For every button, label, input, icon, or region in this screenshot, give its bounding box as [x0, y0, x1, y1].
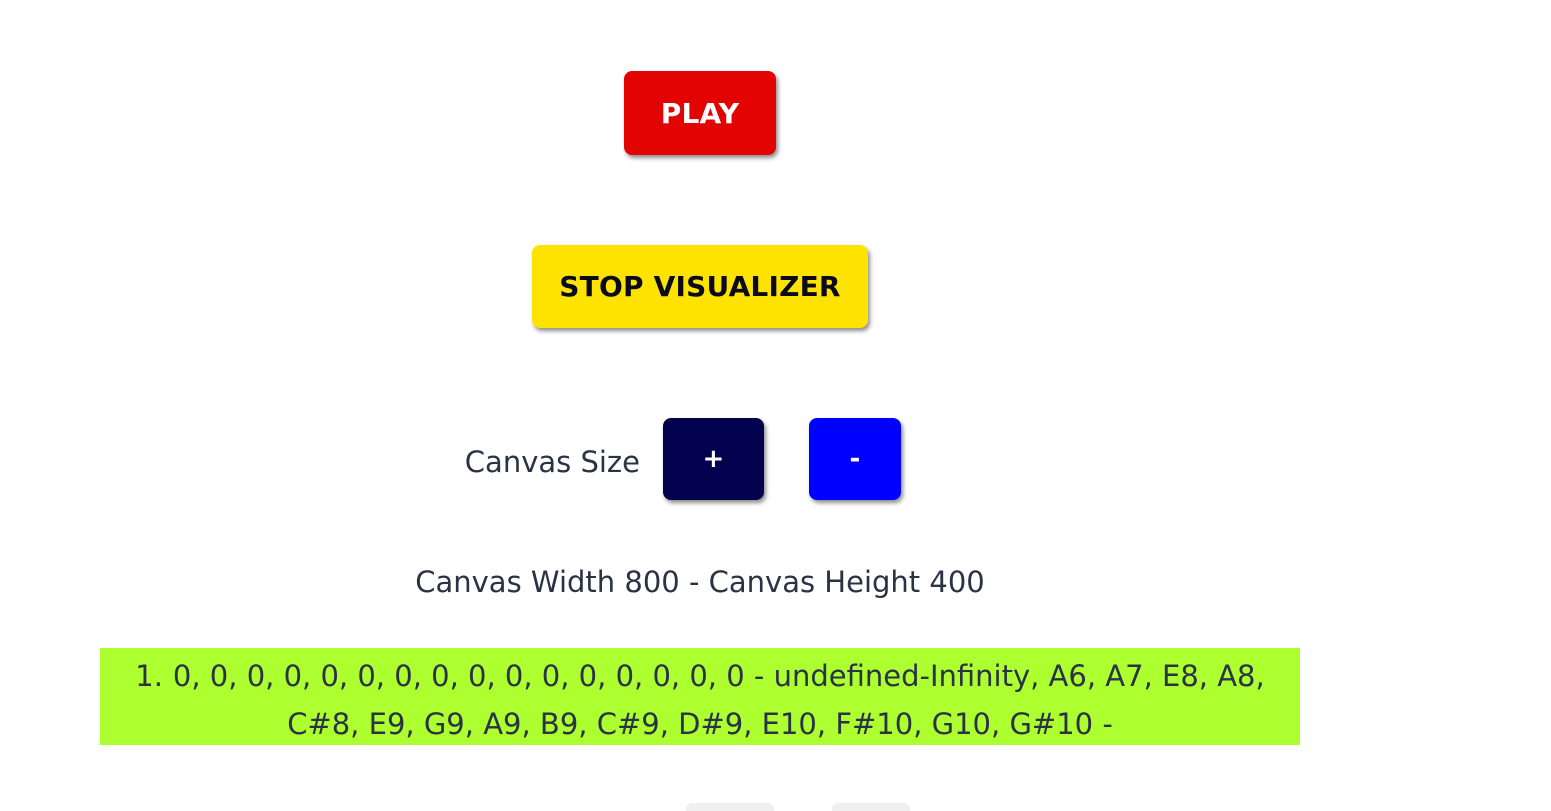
- result-item: 1. 0, 0, 0, 0, 0, 0, 0, 0, 0, 0, 0, 0, 0,…: [100, 652, 1300, 748]
- result-text: 0, 0, 0, 0, 0, 0, 0, 0, 0, 0, 0, 0, 0, 0…: [172, 659, 1265, 741]
- stop-visualizer-button[interactable]: STOP VISUALIZER: [532, 245, 868, 328]
- result-index: 1.: [135, 659, 163, 693]
- partially-visible-button[interactable]: [832, 803, 910, 811]
- play-button[interactable]: PLAY: [624, 71, 776, 155]
- partially-visible-button[interactable]: [686, 803, 774, 811]
- canvas-dimensions-text: Canvas Width 800 - Canvas Height 400: [415, 565, 985, 599]
- increase-canvas-size-button[interactable]: +: [663, 418, 764, 500]
- frequency-results-panel: 1. 0, 0, 0, 0, 0, 0, 0, 0, 0, 0, 0, 0, 0,…: [100, 648, 1300, 745]
- decrease-canvas-size-button[interactable]: -: [809, 418, 901, 500]
- frequency-results-list: 1. 0, 0, 0, 0, 0, 0, 0, 0, 0, 0, 0, 0, 0,…: [100, 652, 1300, 748]
- canvas-size-label: Canvas Size: [464, 445, 640, 479]
- visualizer-page: PLAY STOP VISUALIZER Canvas Size + - Can…: [0, 0, 1551, 811]
